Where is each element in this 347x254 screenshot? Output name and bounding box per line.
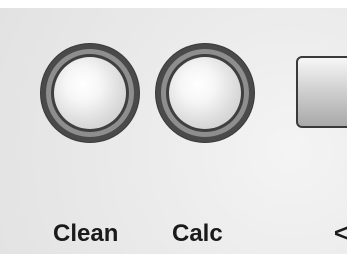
left-arrow-button[interactable] xyxy=(296,56,347,128)
calc-label: Calc xyxy=(172,220,223,247)
clean-label: Clean xyxy=(53,220,119,247)
top-edge xyxy=(0,0,347,8)
left-arrow-label: < xyxy=(334,220,347,247)
control-panel: Clean Calc < xyxy=(0,0,347,254)
clean-button-cap xyxy=(54,57,126,129)
calc-button-cap xyxy=(169,57,241,129)
calc-button[interactable] xyxy=(156,44,254,142)
clean-button[interactable] xyxy=(41,44,139,142)
